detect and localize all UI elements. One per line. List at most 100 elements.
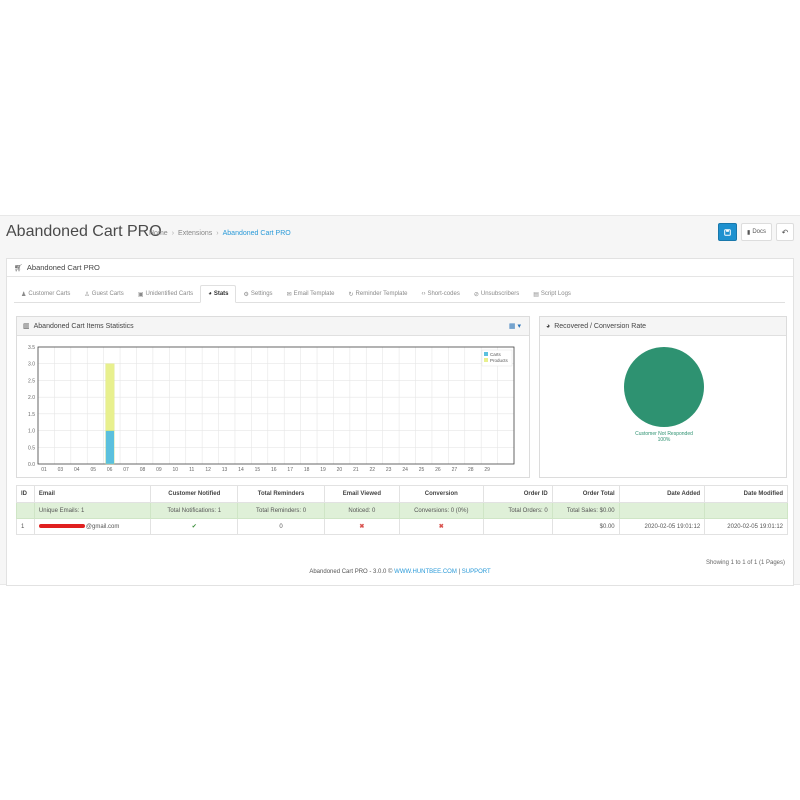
legend-label: Carts xyxy=(490,352,502,357)
carts-table: ID Email Customer Notified Total Reminde… xyxy=(16,485,788,535)
y-tick-label: 0.0 xyxy=(28,462,35,468)
y-tick-label: 2.0 xyxy=(28,395,35,401)
footer-huntbee-link[interactable]: WWW.HUNTBEE.COM xyxy=(394,569,457,575)
user-times-icon: ⊘ xyxy=(473,291,479,298)
tab-stats[interactable]: ◕ Stats xyxy=(200,285,237,303)
header-actions: ▮ Docs ↶ xyxy=(718,223,794,241)
summary-conversions: Conversions: 0 (0%) xyxy=(398,502,484,519)
breadcrumb-home[interactable]: Home xyxy=(149,230,168,237)
breadcrumb-extensions[interactable]: Extensions xyxy=(178,230,212,237)
table-header-row: ID Email Customer Notified Total Reminde… xyxy=(16,485,788,503)
tab-label: Guest Carts xyxy=(91,291,124,297)
refresh-icon: ↻ xyxy=(348,291,354,298)
x-tick-label: 18 xyxy=(304,467,310,473)
x-tick-label: 16 xyxy=(271,467,277,473)
col-email-viewed[interactable]: Email Viewed xyxy=(323,485,400,503)
x-tick-label: 12 xyxy=(205,467,211,473)
page-title: Abandoned Cart PRO xyxy=(6,223,162,240)
main-panel: 🛒︎ Abandoned Cart PRO ♟ Customer Carts ♙ G… xyxy=(6,258,794,586)
row-order-id xyxy=(482,518,553,535)
tab-reminder-template[interactable]: ↻ Reminder Template xyxy=(342,285,415,303)
row-date-added: 2020-02-05 19:01:12 xyxy=(618,518,706,535)
footer-separator: | xyxy=(458,569,461,575)
row-date-modified: 2020-02-05 19:01:12 xyxy=(704,518,788,535)
x-tick-label: 23 xyxy=(386,467,392,473)
y-tick-label: 1.0 xyxy=(28,429,35,435)
pie-chart: Customer Not Responded100% xyxy=(624,347,704,443)
col-date-added[interactable]: Date Added xyxy=(618,485,706,503)
col-id[interactable]: ID xyxy=(16,485,35,503)
save-icon xyxy=(724,228,731,236)
y-tick-label: 3.0 xyxy=(28,362,35,368)
x-tick-label: 05 xyxy=(90,467,96,473)
tab-label: Email Template xyxy=(293,291,335,297)
tab-script-logs[interactable]: ▤ Script Logs xyxy=(526,285,578,303)
tab-guest-carts[interactable]: ♙ Guest Carts xyxy=(77,285,130,303)
summary-orders: Total Orders: 0 xyxy=(482,502,553,519)
y-tick-label: 1.5 xyxy=(28,412,35,418)
caret-down-icon: ▾ xyxy=(517,323,521,330)
tab-short-codes[interactable]: ‹› Short-codes xyxy=(414,285,466,303)
table-row[interactable]: 1 @gmail.com ✔ 0 ✖ ✖ $0.00 2020-02-05 19… xyxy=(16,518,788,535)
docs-button[interactable]: ▮ Docs xyxy=(741,223,772,241)
book-icon: ▮ xyxy=(747,229,751,236)
calendar-icon: ▦ xyxy=(508,323,516,330)
summary-noticed: Noticed: 0 xyxy=(323,502,400,519)
back-button[interactable]: ↶ xyxy=(776,223,794,241)
col-date-modified[interactable]: Date Modified xyxy=(704,485,788,503)
tab-label: Reminder Template xyxy=(355,291,408,297)
col-conversion[interactable]: Conversion xyxy=(398,485,484,503)
breadcrumb: Home › Extensions › Abandoned Cart PRO xyxy=(149,230,291,237)
footer: Abandoned Cart PRO - 3.0.0 © WWW.HUNTBEE… xyxy=(0,569,800,575)
save-button[interactable] xyxy=(718,223,738,241)
breadcrumb-separator: › xyxy=(216,230,219,237)
tab-email-template[interactable]: ✉ Email Template xyxy=(280,285,342,303)
x-tick-label: 17 xyxy=(287,467,293,473)
col-order-id[interactable]: Order ID xyxy=(482,485,553,503)
x-tick-label: 13 xyxy=(222,467,228,473)
x-tick-label: 09 xyxy=(156,467,162,473)
reply-icon: ↶ xyxy=(781,227,789,237)
legend-swatch xyxy=(484,352,488,356)
tab-unidentified-carts[interactable]: ▣ Unidentified Carts xyxy=(131,285,200,303)
summary-row: Unique Emails: 1 Total Notifications: 1 … xyxy=(16,502,788,519)
x-tick-label: 11 xyxy=(189,467,194,473)
col-customer-notified[interactable]: Customer Notified xyxy=(150,485,239,503)
summary-unique-emails: Unique Emails: 1 xyxy=(33,502,152,519)
breadcrumb-separator: › xyxy=(171,230,175,237)
row-reminders: 0 xyxy=(237,518,325,535)
x-tick-label: 03 xyxy=(58,467,64,473)
cart-icon: 🛒︎ xyxy=(14,264,23,272)
summary-notifications: Total Notifications: 1 xyxy=(150,502,239,519)
docs-button-label: Docs xyxy=(752,229,766,235)
summary-reminders: Total Reminders: 0 xyxy=(237,502,325,519)
rate-box-heading: ◕ Recovered / Conversion Rate xyxy=(540,317,786,336)
col-email[interactable]: Email xyxy=(33,485,152,503)
col-total-reminders[interactable]: Total Reminders xyxy=(237,485,325,503)
page-header: Abandoned Cart PRO Home › Extensions › A… xyxy=(0,216,800,250)
tab-unsubscribers[interactable]: ⊘ Unsubscribers xyxy=(467,285,526,303)
x-tick-label: 15 xyxy=(255,467,261,473)
y-tick-label: 2.5 xyxy=(28,378,35,384)
row-email-domain: @gmail.com xyxy=(85,523,120,530)
tab-customer-carts[interactable]: ♟ Customer Carts xyxy=(14,285,77,303)
col-order-total[interactable]: Order Total xyxy=(551,485,620,503)
calendar-dropdown[interactable]: ▦ ▾ xyxy=(509,322,521,330)
x-tick-label: 26 xyxy=(435,467,441,473)
file-icon: ▤ xyxy=(533,291,539,298)
pie-slice xyxy=(624,347,704,427)
x-tick-label: 28 xyxy=(468,467,474,473)
bar-chart-icon: ▥ xyxy=(23,323,30,330)
stats-box-heading: ▥ Abandoned Cart Items Statistics xyxy=(17,317,529,336)
bar-chart: 0.0 0.5 1.0 1.5 2.0 2.5 3.0 3.5 01 03 04 05 06 07 08 09… xyxy=(28,345,515,473)
gears-icon: ⚙ xyxy=(243,291,249,298)
bar-products xyxy=(105,363,115,431)
x-tick-label: 07 xyxy=(123,467,129,473)
panel-heading: 🛒︎ Abandoned Cart PRO xyxy=(7,259,793,277)
app-frame: Abandoned Cart PRO Home › Extensions › A… xyxy=(0,215,800,586)
x-tick-label: 01 xyxy=(41,467,47,473)
breadcrumb-current[interactable]: Abandoned Cart PRO xyxy=(223,230,291,237)
tab-settings[interactable]: ⚙ Settings xyxy=(236,285,279,303)
footer-support-link[interactable]: SUPPORT xyxy=(462,569,491,575)
row-viewed-cross-icon: ✖ xyxy=(323,518,400,535)
